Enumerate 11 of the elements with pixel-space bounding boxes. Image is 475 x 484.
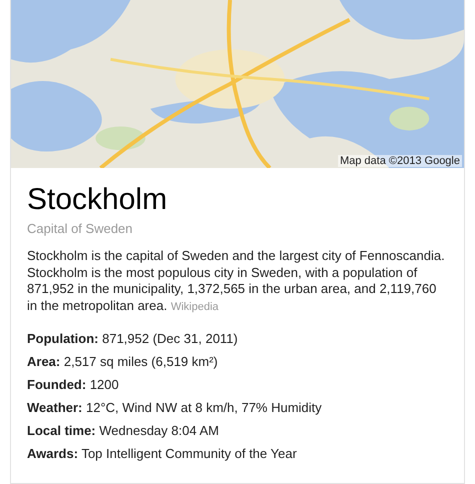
source-link[interactable]: Wikipedia — [170, 300, 219, 312]
fact-line: Awards: Top Intelligent Community of the Year — [27, 446, 298, 462]
fact-line: Area: 2,517 sq miles (6,519 km²) — [27, 354, 219, 370]
fact-line: Population: 871,952 (Dec 31, 2011) — [27, 331, 239, 347]
map-attribution: Map data ©2013 Google — [338, 155, 462, 167]
fact-line: Local time: Wednesday 8:04 AM — [27, 423, 220, 439]
place-title: Stockholm — [27, 182, 168, 218]
description-text: Stockholm is the capital of Sweden and the largest city of Fennoscandia. Stockholm is the most populous city in Sweden, with a population of 871,952 in the municipality, 1,372,565 in the urban area, and 2,119,760 in the metropolitan area. Wikipedia — [27, 248, 446, 315]
place-subtitle: Capital of Sweden — [27, 221, 134, 236]
fact-line: Weather: 12°C, Wind NW at 8 km/h, 77% Humidity — [27, 400, 323, 416]
fact-line: Founded: 1200 — [27, 377, 120, 393]
